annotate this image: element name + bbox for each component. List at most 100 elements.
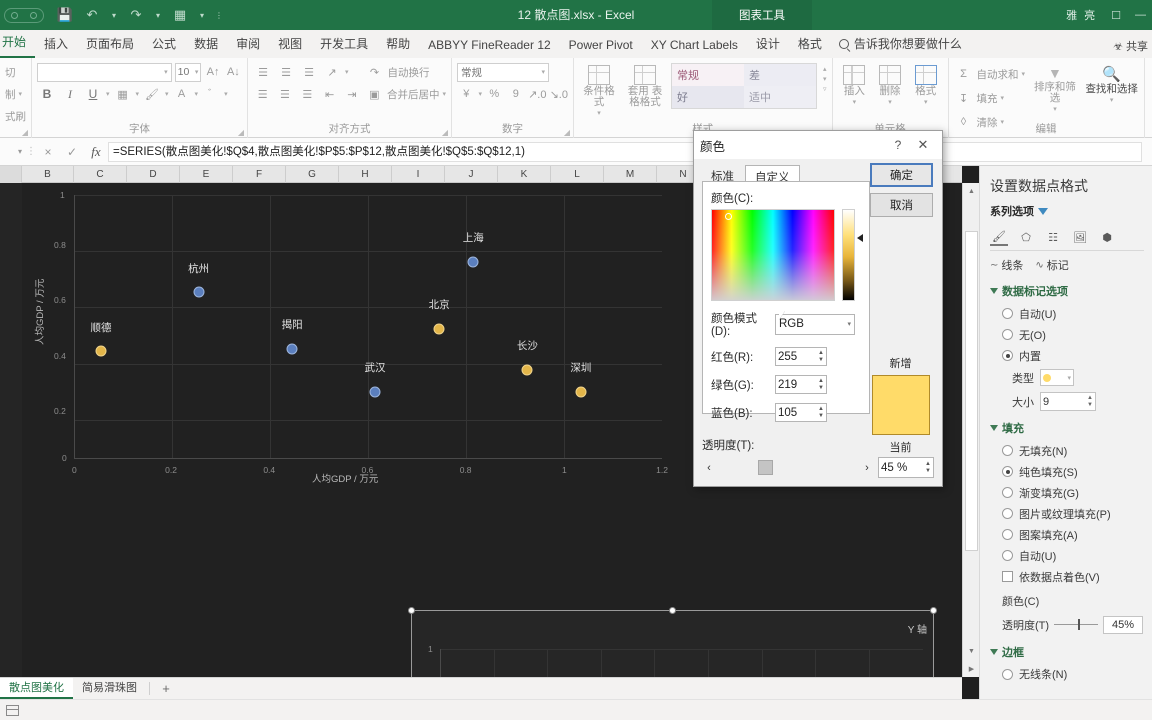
radio-no-line[interactable] [1002, 668, 1013, 680]
confirm-formula-icon[interactable]: ✓ [60, 145, 84, 159]
color-mode-dropdown-icon[interactable]: ▾ [847, 320, 851, 328]
increase-decimal-icon[interactable]: ↗.0 [528, 84, 547, 104]
copy-button[interactable]: 制 [5, 87, 16, 102]
font-size-input[interactable]: 10 ▾ [174, 62, 202, 82]
sort-filter-button[interactable]: ▼ 排序和筛选 ▾ [1030, 63, 1080, 121]
cancel-button[interactable]: 取消 [870, 193, 933, 217]
brightness-slider-arrow-icon[interactable] [857, 234, 863, 242]
fill-option-pattern[interactable]: 图案填充(A) [990, 524, 1144, 545]
delete-cells-button[interactable]: 删除 ▾ [873, 63, 907, 121]
ribbon-tab-strip[interactable]: 开始 插入 页面布局 公式 数据 审阅 视图 开发工具 帮助 ABBYY Fin… [0, 30, 1152, 58]
insert-cells-button[interactable]: 插入 ▾ [838, 63, 872, 121]
transparency-slider-thumb[interactable] [1078, 619, 1081, 630]
tab-xy-chart-labels[interactable]: XY Chart Labels [642, 34, 747, 58]
column-header-C[interactable]: C [74, 166, 127, 183]
data-point-changsha[interactable] [521, 364, 533, 376]
tab-help[interactable]: 帮助 [377, 31, 419, 58]
format-cells-button[interactable]: 格式 ▾ [909, 63, 943, 121]
copy-dropdown-icon[interactable]: ▾ [19, 90, 23, 98]
share-button[interactable]: ☣ 共享 [1113, 38, 1148, 54]
find-select-dropdown-icon[interactable]: ▾ [1110, 96, 1114, 104]
sort-filter-dropdown-icon[interactable]: ▾ [1053, 105, 1057, 113]
image-icon[interactable]: 🖼 [1071, 228, 1089, 246]
conditional-formatting-button[interactable]: 条件格式 ▾ [579, 63, 619, 121]
transparency-row[interactable]: 透明度(T) 45% [990, 612, 1144, 638]
vary-colors-row[interactable]: 依数据点着色(V) [990, 566, 1144, 587]
align-center-icon[interactable]: ☰ [275, 84, 294, 104]
chart2-resize-handle-n[interactable] [668, 607, 676, 614]
comma-style-icon[interactable]: 9 [507, 84, 526, 104]
cell-style-neutral[interactable]: 适中 [744, 86, 816, 108]
merge-center-label[interactable]: 合并后居中 [387, 87, 440, 102]
tab-design[interactable]: 设计 [747, 31, 789, 58]
column-header-H[interactable]: H [339, 166, 392, 183]
insert-dropdown-icon[interactable]: ▾ [853, 98, 857, 106]
minimize-icon[interactable]: — [1135, 9, 1146, 21]
decrease-indent-icon[interactable]: ⇤ [320, 84, 339, 104]
underline-dropdown-icon[interactable]: ▾ [106, 90, 110, 98]
green-input[interactable]: 219 ▲ ▼ [775, 375, 827, 394]
vertical-scrollbar[interactable]: ▲ ▼ ▶ [962, 183, 979, 677]
radio-auto-fill[interactable] [1002, 550, 1013, 561]
column-header-J[interactable]: J [445, 166, 498, 183]
tab-insert[interactable]: 插入 [35, 31, 77, 58]
data-point-wuhan[interactable] [369, 386, 381, 398]
line-marker-tabs[interactable]: ∼ 线条 ∿ 标记 [990, 251, 1144, 277]
italic-button[interactable]: I [60, 84, 80, 104]
orientation-icon[interactable]: ↗ [322, 62, 342, 82]
radio-none-marker[interactable] [1002, 329, 1013, 340]
close-icon[interactable]: ✕ [910, 137, 936, 153]
series-options-dropdown[interactable]: 系列选项 [990, 203, 1144, 219]
radio-builtin-marker[interactable] [1002, 350, 1013, 361]
data-point-shenzhen[interactable] [575, 386, 587, 398]
styles-scroll-up-icon[interactable]: ▴ [823, 65, 827, 73]
fill-icon[interactable]: ↧ [954, 88, 974, 108]
format-painter-button[interactable]: 式刷 [5, 109, 26, 124]
data-point-hangzhou[interactable] [193, 286, 205, 298]
select-all-corner[interactable] [0, 166, 22, 183]
column-header-D[interactable]: D [127, 166, 180, 183]
phonetic-dropdown-icon[interactable]: ▾ [224, 90, 228, 98]
help-icon[interactable]: ? [886, 138, 910, 152]
scatter-chart-secondary[interactable]: Y 轴 1 0.8 0.6 0.4 [408, 607, 937, 677]
cell-style-good[interactable]: 好 [672, 86, 744, 108]
currency-dropdown-icon[interactable]: ▾ [479, 90, 483, 98]
tab-review[interactable]: 审阅 [227, 31, 269, 58]
scroll-down-icon[interactable]: ▼ [963, 643, 980, 660]
borders-dropdown-icon[interactable]: ▾ [136, 90, 140, 98]
blue-input[interactable]: 105 ▲ ▼ [775, 403, 827, 422]
radio-solid-fill[interactable] [1002, 466, 1013, 477]
dialog-transparency-spinner[interactable]: ▲ ▼ [925, 461, 931, 475]
marker-option-auto[interactable]: 自动(U) [990, 303, 1144, 324]
color-gradient-cursor[interactable] [725, 213, 732, 220]
decrease-decimal-icon[interactable]: ↘.0 [550, 84, 569, 104]
bold-button[interactable]: B [37, 84, 57, 104]
fill-option-gradient[interactable]: 渐变填充(G) [990, 482, 1144, 503]
merge-center-icon[interactable]: ▣ [365, 84, 384, 104]
color-dialog[interactable]: 颜色 ? ✕ 标准 自定义 颜色(C): 颜色模式(D): RGB ▾ 红色(R… [693, 130, 943, 487]
tab-developer[interactable]: 开发工具 [311, 31, 377, 58]
tab-page-layout[interactable]: 页面布局 [77, 31, 143, 58]
column-header-I[interactable]: I [392, 166, 445, 183]
radio-auto-marker[interactable] [1002, 308, 1013, 319]
fill-color-row[interactable]: 颜色(C) [990, 587, 1144, 612]
column-header-M[interactable]: M [604, 166, 657, 183]
tab-marker[interactable]: ∿ 标记 [1035, 257, 1068, 273]
data-point-shanghai[interactable] [467, 256, 479, 268]
red-spinner[interactable]: ▲ ▼ [818, 350, 824, 364]
marker-options-section[interactable]: 数据标记选项 [990, 283, 1144, 299]
orientation-dropdown-icon[interactable]: ▾ [345, 68, 349, 76]
phonetic-guide-icon[interactable]: ゙ [201, 84, 221, 104]
transparency-value[interactable]: 45% [1103, 615, 1144, 634]
blue-spinner[interactable]: ▲ ▼ [818, 406, 824, 420]
cell-style-normal[interactable]: 常规 [672, 64, 744, 86]
column-header-L[interactable]: L [551, 166, 604, 183]
radio-picture-fill[interactable] [1002, 508, 1013, 519]
bar-chart-icon[interactable]: ☷ [1044, 228, 1062, 246]
currency-icon[interactable]: ¥ [457, 84, 476, 104]
transparency-decrease-icon[interactable]: ‹ [702, 462, 716, 474]
cell-style-bad[interactable]: 差 [744, 64, 816, 86]
border-option-none[interactable]: 无线条(N) [990, 664, 1144, 685]
green-spinner[interactable]: ▲ ▼ [818, 378, 824, 392]
scroll-up-icon[interactable]: ▲ [963, 183, 980, 200]
